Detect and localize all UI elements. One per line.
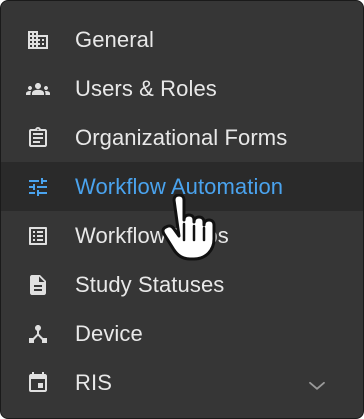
group-icon bbox=[26, 77, 50, 101]
menu-item-label: Workflow Automation bbox=[75, 173, 284, 199]
calendar-icon bbox=[26, 371, 50, 395]
menu-item-label: Organizational Forms bbox=[75, 124, 288, 150]
list-icon bbox=[26, 224, 50, 248]
menu-item-label: General bbox=[75, 26, 154, 52]
device-hub-icon bbox=[26, 322, 50, 346]
menu-item-label: Users & Roles bbox=[75, 75, 217, 101]
menu-item-study-statuses[interactable]: Study Statuses bbox=[1, 260, 363, 309]
document-icon bbox=[26, 273, 50, 297]
menu-item-device[interactable]: Device bbox=[1, 309, 363, 358]
menu-item-ris[interactable]: RIS bbox=[1, 358, 363, 407]
tune-icon bbox=[26, 175, 50, 199]
menu-item-label: RIS bbox=[75, 369, 112, 395]
chevron-down-icon[interactable] bbox=[307, 378, 327, 392]
clipboard-icon bbox=[26, 126, 50, 150]
settings-menu: General Users & Roles Organizational For… bbox=[1, 15, 363, 407]
menu-item-workflow-steps[interactable]: Workflow Steps bbox=[1, 211, 363, 260]
menu-item-workflow-automation[interactable]: Workflow Automation bbox=[1, 162, 363, 211]
menu-item-organizational-forms[interactable]: Organizational Forms bbox=[1, 113, 363, 162]
menu-item-label: Study Statuses bbox=[75, 271, 225, 297]
menu-item-users-roles[interactable]: Users & Roles bbox=[1, 64, 363, 113]
menu-item-label: Device bbox=[75, 320, 143, 346]
building-icon bbox=[26, 28, 50, 52]
settings-menu-panel: General Users & Roles Organizational For… bbox=[0, 0, 364, 419]
menu-item-label: Workflow Steps bbox=[75, 222, 229, 248]
menu-item-general[interactable]: General bbox=[1, 15, 363, 64]
